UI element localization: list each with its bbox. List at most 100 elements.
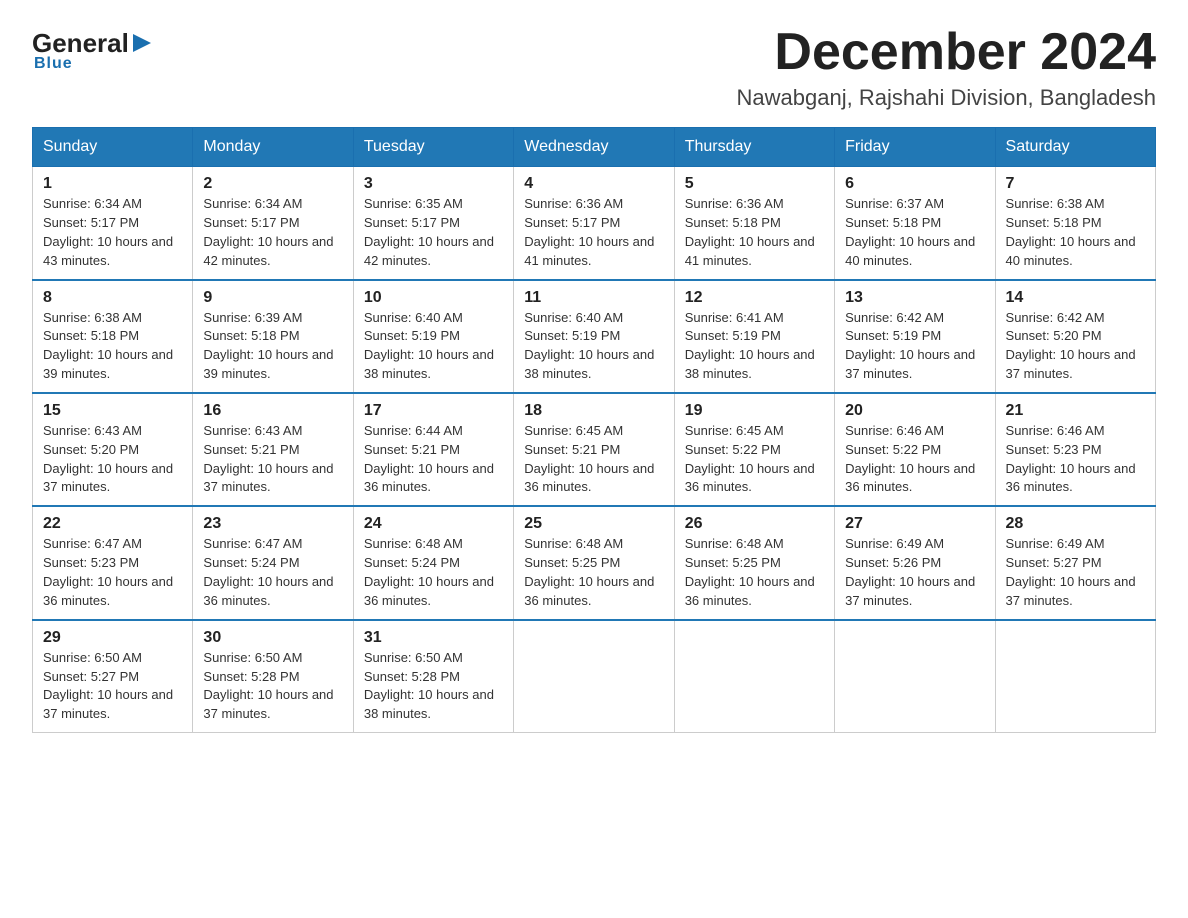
day-info: Sunrise: 6:46 AMSunset: 5:22 PMDaylight:… [845, 422, 984, 497]
calendar-cell: 18 Sunrise: 6:45 AMSunset: 5:21 PMDayligh… [514, 393, 674, 506]
day-number: 2 [203, 175, 342, 193]
day-info: Sunrise: 6:45 AMSunset: 5:22 PMDaylight:… [685, 422, 824, 497]
day-info: Sunrise: 6:34 AMSunset: 5:17 PMDaylight:… [203, 195, 342, 270]
day-number: 3 [364, 175, 503, 193]
day-number: 29 [43, 629, 182, 647]
calendar-cell: 8 Sunrise: 6:38 AMSunset: 5:18 PMDaylight… [33, 280, 193, 393]
day-number: 31 [364, 629, 503, 647]
day-info: Sunrise: 6:50 AMSunset: 5:27 PMDaylight:… [43, 649, 182, 724]
day-info: Sunrise: 6:42 AMSunset: 5:20 PMDaylight:… [1006, 309, 1145, 384]
day-info: Sunrise: 6:45 AMSunset: 5:21 PMDaylight:… [524, 422, 663, 497]
calendar-cell: 7 Sunrise: 6:38 AMSunset: 5:18 PMDaylight… [995, 167, 1155, 280]
day-info: Sunrise: 6:46 AMSunset: 5:23 PMDaylight:… [1006, 422, 1145, 497]
day-info: Sunrise: 6:50 AMSunset: 5:28 PMDaylight:… [203, 649, 342, 724]
day-number: 25 [524, 515, 663, 533]
calendar-cell: 19 Sunrise: 6:45 AMSunset: 5:22 PMDayligh… [674, 393, 834, 506]
day-info: Sunrise: 6:47 AMSunset: 5:24 PMDaylight:… [203, 535, 342, 610]
day-number: 28 [1006, 515, 1145, 533]
calendar-week-row: 15 Sunrise: 6:43 AMSunset: 5:20 PMDayligh… [33, 393, 1156, 506]
calendar-cell: 16 Sunrise: 6:43 AMSunset: 5:21 PMDayligh… [193, 393, 353, 506]
calendar-cell: 5Sunrise: 6:36 AMSunset: 5:18 PMDaylight… [674, 167, 834, 280]
day-number: 19 [685, 402, 824, 420]
day-number: 11 [524, 289, 663, 307]
day-info: Sunrise: 6:38 AMSunset: 5:18 PMDaylight:… [43, 309, 182, 384]
day-info: Sunrise: 6:50 AMSunset: 5:28 PMDaylight:… [364, 649, 503, 724]
day-info: Sunrise: 6:39 AMSunset: 5:18 PMDaylight:… [203, 309, 342, 384]
header-tuesday: Tuesday [353, 128, 513, 167]
calendar-cell: 15 Sunrise: 6:43 AMSunset: 5:20 PMDayligh… [33, 393, 193, 506]
calendar-header-row: SundayMondayTuesdayWednesdayThursdayFrid… [33, 128, 1156, 167]
day-number: 14 [1006, 289, 1145, 307]
calendar-week-row: 29 Sunrise: 6:50 AMSunset: 5:27 PMDayligh… [33, 620, 1156, 733]
calendar-cell: 23 Sunrise: 6:47 AMSunset: 5:24 PMDayligh… [193, 506, 353, 619]
day-number: 10 [364, 289, 503, 307]
header-saturday: Saturday [995, 128, 1155, 167]
calendar-cell [674, 620, 834, 733]
calendar-cell: 29 Sunrise: 6:50 AMSunset: 5:27 PMDayligh… [33, 620, 193, 733]
calendar-cell: 28Sunrise: 6:49 AMSunset: 5:27 PMDayligh… [995, 506, 1155, 619]
day-number: 17 [364, 402, 503, 420]
day-info: Sunrise: 6:48 AMSunset: 5:25 PMDaylight:… [685, 535, 824, 610]
day-info: Sunrise: 6:34 AMSunset: 5:17 PMDaylight:… [43, 195, 182, 270]
day-info: Sunrise: 6:38 AMSunset: 5:18 PMDaylight:… [1006, 195, 1145, 270]
day-number: 7 [1006, 175, 1145, 193]
day-number: 22 [43, 515, 182, 533]
day-info: Sunrise: 6:40 AMSunset: 5:19 PMDaylight:… [364, 309, 503, 384]
calendar-cell: 25 Sunrise: 6:48 AMSunset: 5:25 PMDayligh… [514, 506, 674, 619]
header-sunday: Sunday [33, 128, 193, 167]
calendar-cell [995, 620, 1155, 733]
day-number: 23 [203, 515, 342, 533]
day-number: 8 [43, 289, 182, 307]
day-info: Sunrise: 6:42 AMSunset: 5:19 PMDaylight:… [845, 309, 984, 384]
calendar-cell [835, 620, 995, 733]
logo-flag-icon [131, 32, 153, 54]
calendar-cell: 27 Sunrise: 6:49 AMSunset: 5:26 PMDayligh… [835, 506, 995, 619]
calendar-table: SundayMondayTuesdayWednesdayThursdayFrid… [32, 127, 1156, 733]
day-info: Sunrise: 6:43 AMSunset: 5:20 PMDaylight:… [43, 422, 182, 497]
day-info: Sunrise: 6:44 AMSunset: 5:21 PMDaylight:… [364, 422, 503, 497]
day-number: 6 [845, 175, 984, 193]
calendar-week-row: 22 Sunrise: 6:47 AMSunset: 5:23 PMDayligh… [33, 506, 1156, 619]
day-number: 27 [845, 515, 984, 533]
calendar-cell [514, 620, 674, 733]
day-info: Sunrise: 6:48 AMSunset: 5:25 PMDaylight:… [524, 535, 663, 610]
page-header: General Blue December 2024 Nawabganj, Ra… [32, 24, 1156, 111]
calendar-cell: 3 Sunrise: 6:35 AMSunset: 5:17 PMDaylight… [353, 167, 513, 280]
day-number: 20 [845, 402, 984, 420]
calendar-cell: 31 Sunrise: 6:50 AMSunset: 5:28 PMDayligh… [353, 620, 513, 733]
calendar-cell: 13Sunrise: 6:42 AMSunset: 5:19 PMDayligh… [835, 280, 995, 393]
day-number: 12 [685, 289, 824, 307]
day-info: Sunrise: 6:36 AMSunset: 5:17 PMDaylight:… [524, 195, 663, 270]
day-number: 18 [524, 402, 663, 420]
calendar-cell: 30Sunrise: 6:50 AMSunset: 5:28 PMDayligh… [193, 620, 353, 733]
logo-blue-text: Blue [34, 55, 73, 72]
header-wednesday: Wednesday [514, 128, 674, 167]
calendar-cell: 17 Sunrise: 6:44 AMSunset: 5:21 PMDayligh… [353, 393, 513, 506]
day-number: 15 [43, 402, 182, 420]
day-number: 24 [364, 515, 503, 533]
day-number: 4 [524, 175, 663, 193]
calendar-cell: 11 Sunrise: 6:40 AMSunset: 5:19 PMDayligh… [514, 280, 674, 393]
day-number: 5 [685, 175, 824, 193]
calendar-cell: 20 Sunrise: 6:46 AMSunset: 5:22 PMDayligh… [835, 393, 995, 506]
calendar-cell: 1 Sunrise: 6:34 AMSunset: 5:17 PMDaylight… [33, 167, 193, 280]
day-info: Sunrise: 6:41 AMSunset: 5:19 PMDaylight:… [685, 309, 824, 384]
day-number: 21 [1006, 402, 1145, 420]
header-monday: Monday [193, 128, 353, 167]
logo: General Blue [32, 24, 153, 73]
page-subtitle: Nawabganj, Rajshahi Division, Bangladesh [737, 85, 1156, 111]
day-info: Sunrise: 6:37 AMSunset: 5:18 PMDaylight:… [845, 195, 984, 270]
day-info: Sunrise: 6:35 AMSunset: 5:17 PMDaylight:… [364, 195, 503, 270]
header-thursday: Thursday [674, 128, 834, 167]
page-title: December 2024 [737, 24, 1156, 81]
day-number: 1 [43, 175, 182, 193]
day-number: 16 [203, 402, 342, 420]
title-area: December 2024 Nawabganj, Rajshahi Divisi… [737, 24, 1156, 111]
day-info: Sunrise: 6:40 AMSunset: 5:19 PMDaylight:… [524, 309, 663, 384]
day-info: Sunrise: 6:47 AMSunset: 5:23 PMDaylight:… [43, 535, 182, 610]
day-number: 9 [203, 289, 342, 307]
day-info: Sunrise: 6:49 AMSunset: 5:26 PMDaylight:… [845, 535, 984, 610]
calendar-cell: 2 Sunrise: 6:34 AMSunset: 5:17 PMDaylight… [193, 167, 353, 280]
day-info: Sunrise: 6:43 AMSunset: 5:21 PMDaylight:… [203, 422, 342, 497]
calendar-cell: 6 Sunrise: 6:37 AMSunset: 5:18 PMDaylight… [835, 167, 995, 280]
